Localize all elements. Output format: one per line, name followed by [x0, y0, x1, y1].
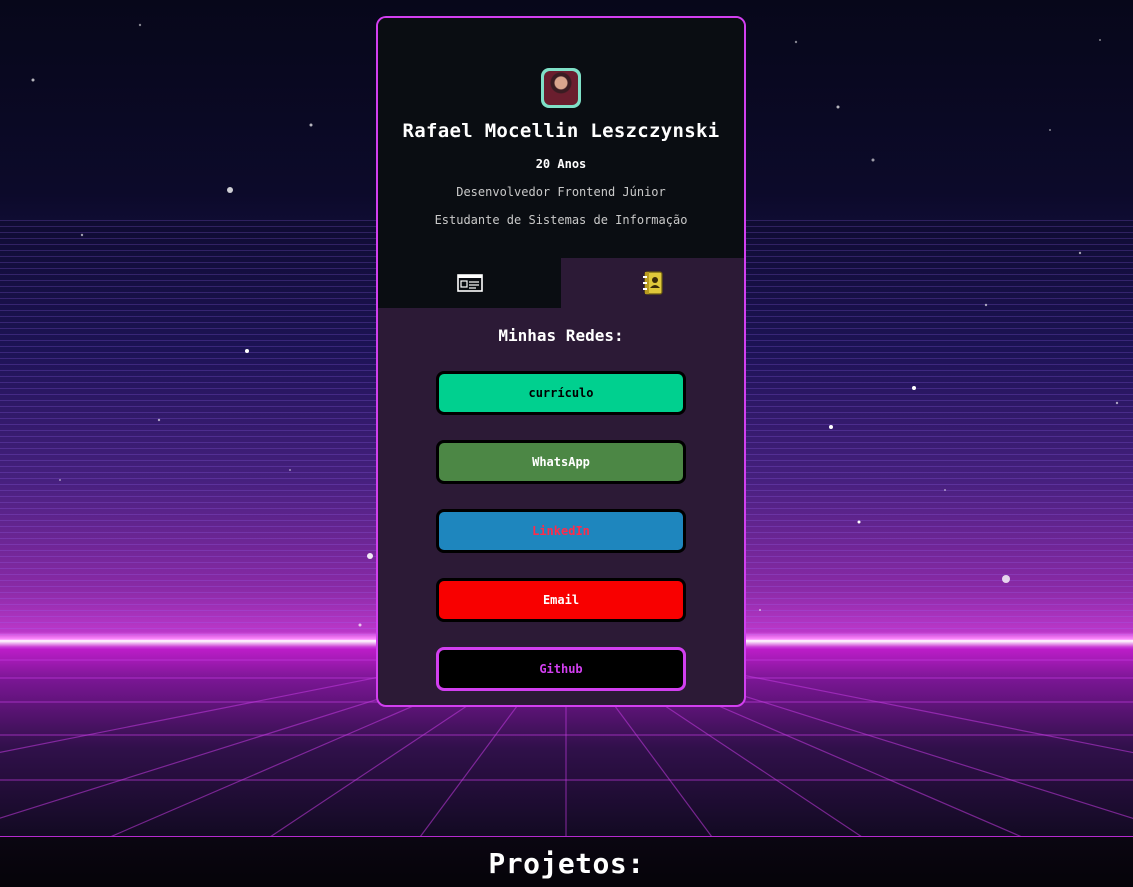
profile-role: Desenvolvedor Frontend Júnior: [456, 185, 666, 199]
avatar: [541, 68, 581, 108]
email-button[interactable]: Email: [436, 578, 686, 622]
profile-photo: [544, 71, 578, 105]
tab-contacts[interactable]: [561, 258, 744, 308]
tab-about[interactable]: [378, 258, 561, 308]
curriculo-button[interactable]: currículo: [436, 371, 686, 415]
profile-header: Rafael Mocellin Leszczynski 20 Anos Dese…: [378, 18, 744, 258]
profile-card: Rafael Mocellin Leszczynski 20 Anos Dese…: [376, 16, 746, 707]
profile-study: Estudante de Sistemas de Informação: [434, 213, 688, 227]
whatsapp-button[interactable]: WhatsApp: [436, 440, 686, 484]
profile-name: Rafael Mocellin Leszczynski: [402, 120, 720, 142]
card-info-icon: [456, 274, 483, 292]
github-button[interactable]: Github: [436, 647, 686, 691]
projects-title: Projetos:: [488, 847, 645, 880]
projects-section-bar: Projetos:: [0, 836, 1133, 887]
contact-book-icon: [642, 271, 663, 295]
profile-age: 20 Anos: [535, 157, 587, 171]
linkedin-button[interactable]: LinkedIn: [436, 509, 686, 553]
networks-title: Minhas Redes:: [498, 326, 624, 345]
